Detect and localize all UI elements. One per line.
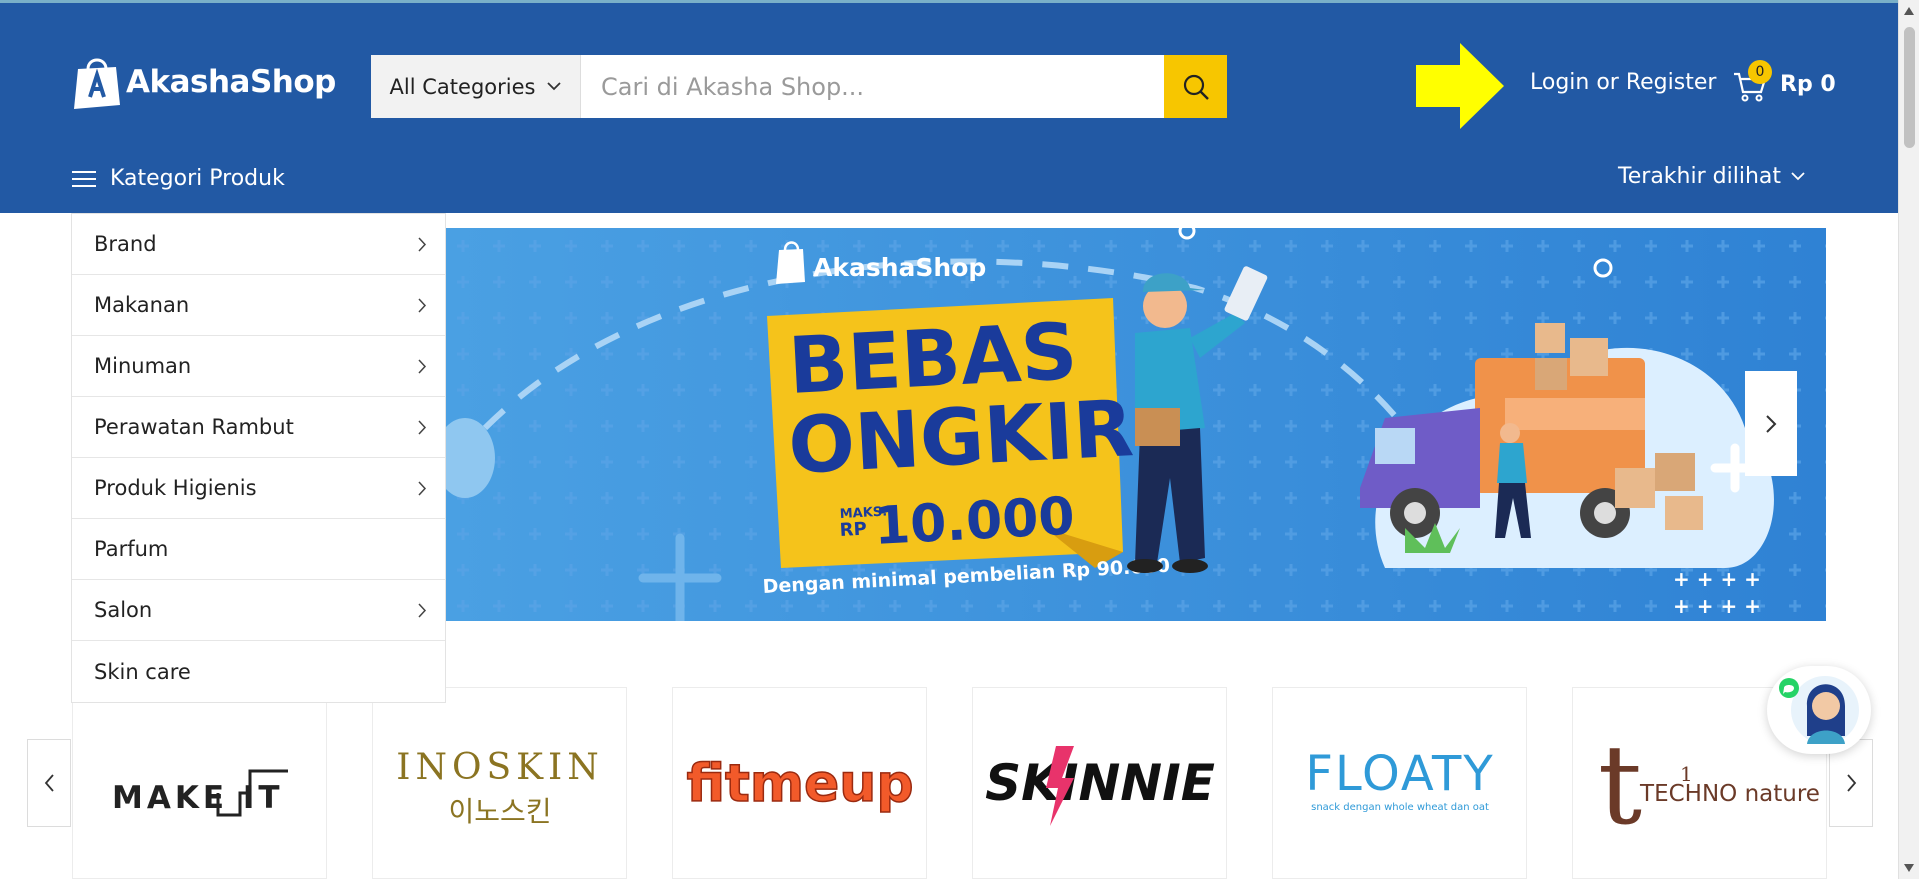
shopping-bag-icon (74, 58, 120, 109)
chevron-left-icon (44, 774, 54, 792)
chevron-right-icon (418, 297, 427, 313)
promo-banner[interactable]: + + + + + + + + AkashaShop BEBAS ONGKIR … (445, 228, 1826, 621)
brand-sub: 이노스킨 (448, 795, 551, 828)
brand-name: FLOATY (1305, 746, 1494, 802)
recently-viewed-label: Terakhir dilihat (1618, 164, 1781, 189)
category-item-label: Makanan (94, 293, 190, 317)
brand-logo-skinnie: SKINNIE (985, 746, 1215, 826)
brand-card-make-it[interactable]: MAKE IT (72, 687, 327, 879)
site-logo[interactable]: AkashaShop (74, 53, 336, 111)
brand-logo-fitmeup: fitmeup (685, 753, 914, 815)
category-item-label: Brand (94, 232, 157, 256)
cart-total[interactable]: Rp 0 (1780, 72, 1836, 97)
scroll-up-arrow[interactable] (1904, 7, 1914, 15)
brand-card-floaty[interactable]: FLOATY snack dengan whole wheat dan oat (1272, 687, 1527, 879)
banner-currency: RP (839, 519, 867, 541)
category-item-makanan[interactable]: Makanan (72, 275, 445, 336)
recently-viewed-toggle[interactable]: Terakhir dilihat (1618, 164, 1805, 189)
brand-name: TECHNO nature (1639, 781, 1820, 807)
category-item-label: Perawatan Rambut (94, 415, 294, 439)
category-item-label: Skin care (94, 659, 191, 684)
banner-artwork: + + + + + + + + AkashaShop BEBAS ONGKIR … (445, 228, 1826, 621)
chevron-right-icon (418, 480, 427, 496)
brand-sub: snack dengan whole wheat dan oat (1311, 802, 1489, 813)
search-bar: All Categories (371, 55, 1227, 118)
site-header: AkashaShop All Categories Login or Regis… (0, 3, 1898, 213)
brand-card-inoskin[interactable]: INOSKIN 이노스킨 (372, 687, 627, 879)
brand-name: INOSKIN (396, 747, 604, 788)
brand-name: MAKE IT (112, 780, 284, 816)
login-register-link[interactable]: Login or Register (1530, 70, 1716, 95)
page: AkashaShop All Categories Login or Regis… (0, 0, 1919, 879)
scroll-down-arrow[interactable] (1904, 864, 1914, 872)
category-select[interactable]: All Categories (371, 55, 581, 118)
brand-card-fitmeup[interactable]: fitmeup (672, 687, 927, 879)
category-item-parfum[interactable]: Parfum (72, 519, 445, 580)
search-input[interactable] (581, 55, 1164, 118)
scroll-thumb[interactable] (1904, 27, 1915, 148)
cart-count-badge: 0 (1748, 60, 1772, 84)
chevron-right-icon (418, 602, 427, 618)
customer-service-avatar (1779, 676, 1859, 744)
chevron-down-icon (547, 82, 562, 91)
category-item-skin-care[interactable]: Skin care (72, 641, 445, 702)
hamburger-icon (72, 170, 96, 187)
category-item-label: Parfum (94, 537, 169, 561)
brand-logo-make-it: MAKE IT (112, 769, 288, 817)
chevron-right-icon (418, 419, 427, 435)
category-select-label: All Categories (389, 74, 536, 99)
brand-name: SKINNIE (985, 754, 1215, 812)
yellow-arrow-icon (1416, 43, 1504, 129)
brands-prev-button[interactable] (27, 739, 71, 827)
page-scrollbar[interactable] (1898, 0, 1919, 879)
category-item-produk-higienis[interactable]: Produk Higienis (72, 458, 445, 519)
chevron-right-icon (1766, 414, 1777, 433)
svg-text:+ + + +: + + + + (1673, 567, 1761, 591)
category-menu-toggle[interactable]: Kategori Produk (72, 166, 285, 191)
brand-logo-floaty: FLOATY snack dengan whole wheat dan oat (1305, 746, 1494, 813)
category-menu-label: Kategori Produk (110, 166, 285, 191)
logo-text: AkashaShop (126, 64, 336, 100)
chevron-right-icon (418, 358, 427, 374)
category-item-label: Produk Higienis (94, 476, 257, 500)
brand-name: fitmeup (686, 754, 913, 814)
banner-headline-2: ONGKIR (786, 384, 1135, 492)
brand-mark: t (1597, 723, 1641, 843)
category-item-salon[interactable]: Salon (72, 580, 445, 641)
chevron-right-icon (418, 236, 427, 252)
chevron-right-icon (1846, 774, 1856, 792)
search-button[interactable] (1164, 55, 1227, 118)
brand-logo-inoskin: INOSKIN 이노스킨 (396, 747, 604, 828)
search-icon (1183, 74, 1209, 100)
svg-text:+ + + +: + + + + (1673, 594, 1761, 618)
banner-amount: 10.000 (873, 487, 1077, 557)
category-item-label: Salon (94, 598, 153, 622)
whatsapp-chat-button[interactable] (1767, 666, 1871, 754)
brand-card-skinnie[interactable]: SKINNIE (972, 687, 1227, 879)
banner-next-button[interactable] (1745, 371, 1797, 476)
category-dropdown: Brand Makanan Minuman Perawatan Rambut P… (71, 213, 446, 703)
banner-logo-text: AkashaShop (813, 253, 986, 282)
category-item-minuman[interactable]: Minuman (72, 336, 445, 397)
category-item-label: Minuman (94, 354, 192, 378)
category-item-perawatan-rambut[interactable]: Perawatan Rambut (72, 397, 445, 458)
category-item-brand[interactable]: Brand (72, 214, 445, 275)
chevron-down-icon (1791, 172, 1805, 181)
